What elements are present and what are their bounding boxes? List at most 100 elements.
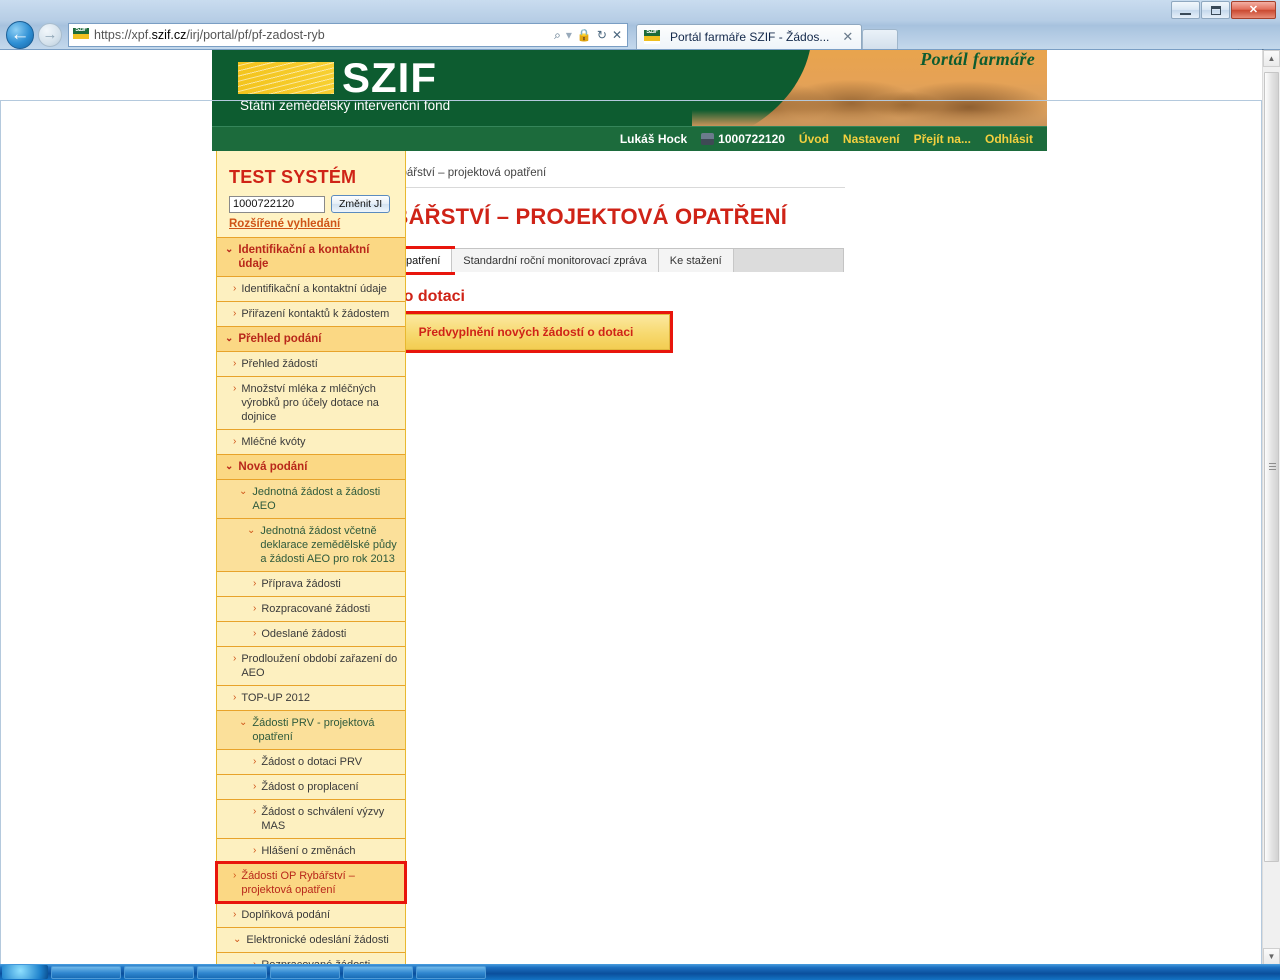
szif-logo-subtitle: Státní zemědělský intervenční fond (240, 98, 451, 113)
chevron-right-icon: › (253, 845, 257, 856)
current-user-id: 1000722120 (701, 132, 785, 146)
user-name: Lukáš Hock (619, 132, 688, 146)
maximize-icon (1210, 5, 1221, 15)
search-input[interactable] (229, 195, 325, 213)
sidebar-item-19[interactable]: › Hlášení o změnách (217, 838, 405, 863)
szif-logo-text[interactable]: SZIF (342, 54, 437, 102)
address-bar-icons: ⌕ ▾ 🔒 ↻ ✕ (554, 28, 625, 43)
chevron-right-icon: › (233, 383, 237, 394)
sidebar-item-6[interactable]: › Mléčné kvóty (217, 429, 405, 454)
forward-button[interactable]: → (38, 23, 62, 47)
tab-title: Portál farmáře SZIF - Žádos... (670, 30, 830, 44)
sidebar-item-label: Přiřazení kontaktů k žádostem (241, 308, 390, 320)
chevron-down-icon[interactable]: ▾ (566, 28, 572, 42)
sidebar-item-label: Rozpracované žádosti (261, 603, 371, 615)
sidebar-item-9[interactable]: ⌄ Jednotná žádost včetně deklarace zemědě… (217, 518, 405, 571)
taskbar-item-6[interactable] (416, 965, 486, 979)
back-button[interactable]: ← (6, 21, 34, 49)
sidebar-item-3[interactable]: ⌄ Přehled podání (217, 326, 405, 351)
minimize-icon (1180, 12, 1191, 15)
top-navigation: Lukáš Hock 1000722120 Úvod Nastavení Pře… (212, 126, 1047, 151)
sidebar-item-13[interactable]: › Prodloužení období zařazení do AEO (217, 646, 405, 685)
sidebar-item-label: TOP-UP 2012 (241, 692, 311, 704)
minimize-button[interactable] (1171, 1, 1200, 19)
sidebar-item-7[interactable]: ⌄ Nová podání (217, 454, 405, 479)
url-text: https://xpf.szif.cz/irj/portal/pf/pf-zad… (94, 28, 325, 42)
url-scheme: https://xpf. (94, 28, 152, 42)
sidebar-item-4[interactable]: › Přehled žádostí (217, 351, 405, 376)
stop-icon[interactable]: ✕ (612, 28, 622, 42)
sidebar-item-label: Žádosti PRV - projektová opatření (252, 717, 375, 743)
tab-standardni-rocni-monitorovaci-zprava[interactable]: Standardní roční monitorovací zpráva (452, 249, 659, 272)
taskbar-item-3[interactable] (197, 965, 267, 979)
taskbar-item-4[interactable] (270, 965, 340, 979)
sidebar-item-label: Žádost o schválení výzvy MAS (261, 806, 385, 832)
address-bar[interactable]: https://xpf.szif.cz/irj/portal/pf/pf-zad… (68, 23, 628, 47)
primary-action-wrap: Předvyplnění nových žádostí o dotaci (379, 311, 1027, 353)
search-icon[interactable]: ⌕ (554, 28, 561, 43)
chevron-down-icon: ⌄ (239, 717, 248, 728)
sidebar-item-11[interactable]: › Rozpracované žádosti (217, 596, 405, 621)
zmenit-ji-button[interactable]: Změnit JI (331, 195, 391, 213)
sidebar-item-1[interactable]: › Identifikační a kontaktní údaje (217, 276, 405, 301)
chevron-right-icon: › (253, 603, 257, 614)
lock-icon: 🔒 (576, 28, 592, 42)
sidebar-menu: ⌄ Identifikační a kontaktní údaje › Identif… (215, 237, 407, 965)
taskbar-item-2[interactable] (124, 965, 194, 979)
taskbar-item-1[interactable] (51, 965, 121, 979)
sidebar-item-label: Odeslané žádosti (261, 628, 347, 640)
sidebar-item-12[interactable]: › Odeslané žádosti (217, 621, 405, 646)
sidebar-item-14[interactable]: › TOP-UP 2012 (217, 685, 405, 710)
scroll-up-arrow[interactable]: ▲ (1263, 50, 1280, 67)
sidebar-item-5[interactable]: › Množství mléka z mléčných výrobků pro ú… (217, 376, 405, 429)
topnav-item-prejit-na[interactable]: Přejít na... (914, 132, 971, 146)
browser-tab-szif[interactable]: Portál farmáře SZIF - Žádos... ✕ (636, 24, 863, 49)
sidebar-item-label: Elektronické odeslání žádosti (246, 934, 389, 946)
sidebar-item-2[interactable]: › Přiřazení kontaktů k žádostem (217, 301, 405, 326)
sidebar-item-label: Hlášení o změnách (261, 845, 356, 857)
sidebar-item-label: Přehled podání (238, 333, 322, 345)
sidebar-item-label: Žádost o proplacení (261, 781, 359, 793)
id-card-icon (701, 133, 715, 145)
sidebar-item-18[interactable]: › Žádost o schválení výzvy MAS (217, 799, 405, 838)
chevron-right-icon: › (233, 870, 237, 881)
sidebar-item-label: Žádost o dotaci PRV (261, 756, 363, 768)
sidebar-item-0[interactable]: ⌄ Identifikační a kontaktní údaje (217, 237, 405, 276)
maximize-button[interactable] (1201, 1, 1230, 19)
start-button[interactable] (2, 965, 48, 979)
scrollbar-thumb[interactable] (1264, 72, 1279, 862)
sidebar-item-15[interactable]: ⌄ Žádosti PRV - projektová opatření (217, 710, 405, 749)
new-tab-button[interactable] (862, 29, 899, 49)
chevron-right-icon: › (253, 628, 257, 639)
advanced-search-link[interactable]: Rozšířené vyhledání (217, 216, 405, 237)
sidebar-item-22[interactable]: ⌄ Elektronické odeslání žádosti (217, 927, 405, 952)
sidebar-title: TEST SYSTÉM (229, 167, 357, 187)
chevron-right-icon: › (233, 436, 237, 447)
chevron-right-icon: › (253, 756, 257, 767)
taskbar-item-5[interactable] (343, 965, 413, 979)
scroll-down-arrow[interactable]: ▼ (1263, 948, 1280, 965)
sidebar-item-10[interactable]: › Příprava žádosti (217, 571, 405, 596)
tab-strip: Portál farmáře SZIF - Žádos... ✕ (636, 23, 899, 49)
refresh-icon[interactable]: ↻ (597, 28, 607, 42)
sidebar-item-20[interactable]: › Žádosti OP Rybářství – projektová opatř… (215, 861, 407, 904)
tab-close-icon[interactable]: ✕ (834, 29, 853, 45)
url-domain: szif.cz (151, 28, 187, 42)
topnav-item-odhlasit[interactable]: Odhlásit (985, 132, 1033, 146)
chevron-down-icon: ⌄ (225, 333, 234, 344)
browser-chrome: ✕ ← → https://xpf.szif.cz/irj/portal/pf/… (0, 0, 1280, 65)
sidebar: TEST SYSTÉM Změnit JI Rozšířené vyhledán… (215, 151, 407, 965)
sidebar-item-21[interactable]: › Doplňková podání (217, 902, 405, 927)
close-button[interactable]: ✕ (1231, 1, 1276, 19)
chevron-down-icon: ⌄ (233, 934, 242, 945)
sidebar-item-label: Jednotná žádost včetně deklarace zeměděl… (260, 525, 397, 565)
predvyplneni-novych-zadosti-button[interactable]: Předvyplnění nových žádostí o dotaci (379, 311, 673, 353)
sidebar-item-16[interactable]: › Žádost o dotaci PRV (217, 749, 405, 774)
tab-ke-stazeni[interactable]: Ke stažení (658, 249, 734, 272)
topnav-item-nastaveni[interactable]: Nastavení (843, 132, 900, 146)
vertical-scrollbar[interactable]: ▲ ▼ (1262, 50, 1280, 965)
topnav-item-uvod[interactable]: Úvod (799, 132, 829, 146)
chevron-down-icon: ⌄ (239, 486, 248, 497)
sidebar-item-17[interactable]: › Žádost o proplacení (217, 774, 405, 799)
sidebar-item-8[interactable]: ⌄ Jednotná žádost a žádosti AEO (217, 479, 405, 518)
